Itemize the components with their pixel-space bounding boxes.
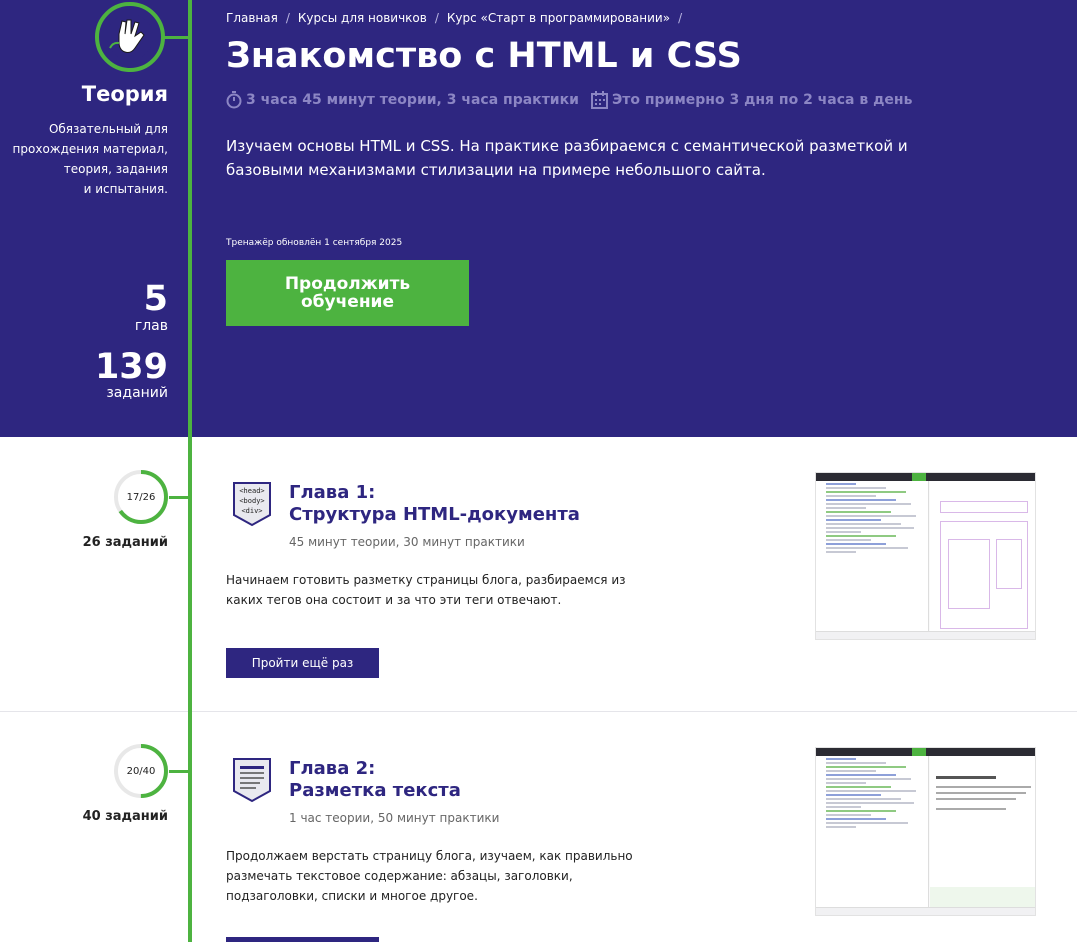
retry-chapter-1-button[interactable]: Пройти ещё раз	[226, 648, 379, 678]
continue-learning-button[interactable]: Продолжить обучение	[226, 260, 469, 326]
chapter-2-title[interactable]: Глава 2: Разметка текста	[289, 758, 461, 802]
progress-timeline	[188, 0, 192, 942]
chapter-1-task-count: 26 заданий	[82, 535, 168, 550]
chapter-1-title[interactable]: Глава 1: Структура HTML-документа	[289, 482, 580, 526]
breadcrumb-home[interactable]: Главная	[226, 11, 278, 25]
chapter-2-description: Продолжаем верстать страницу блога, изуч…	[226, 849, 633, 903]
chapter-divider	[0, 711, 1077, 712]
trainer-updated: Тренажёр обновлён 1 сентября 2025	[226, 238, 403, 248]
course-schedule: Это примерно 3 дня по 2 часа в день	[611, 92, 913, 108]
mode-title: Теория	[81, 82, 168, 106]
chapter-1-description: Начинаем готовить разметку страницы блог…	[226, 573, 626, 607]
calendar-icon	[590, 91, 608, 109]
tasks-label: заданий	[106, 385, 168, 401]
svg-text:<head>: <head>	[239, 487, 264, 495]
chapter-2-progress: 20/40	[113, 743, 169, 799]
chapter-2-button[interactable]	[226, 937, 379, 942]
chapters-count: 5	[143, 279, 168, 319]
course-description: Изучаем основы HTML и CSS. На практике р…	[226, 137, 908, 179]
vulcan-salute-hand-icon	[95, 2, 165, 72]
breadcrumb: Главная / Курсы для новичков / Курс «Ста…	[226, 11, 683, 25]
chapter-1-time: 45 минут теории, 30 минут практики	[289, 535, 525, 549]
svg-text:<body>: <body>	[239, 497, 264, 505]
page-title: Знакомство с HTML и CSS	[226, 36, 742, 76]
chapter-2-task-count: 40 заданий	[82, 809, 168, 824]
text-document-badge-icon	[233, 758, 271, 803]
tasks-count: 139	[94, 347, 168, 387]
editor-preview-screenshot	[815, 747, 1036, 916]
timeline-connector	[166, 770, 191, 773]
breadcrumb-beginner-courses[interactable]: Курсы для новичков	[298, 11, 427, 25]
timeline-connector	[166, 496, 191, 499]
html-tags-badge-icon: <head> <body> <div>	[233, 482, 271, 527]
course-meta: 3 часа 45 минут теории, 3 часа практики …	[226, 91, 912, 109]
chapter-2-time: 1 час теории, 50 минут практики	[289, 811, 500, 825]
course-duration: 3 часа 45 минут теории, 3 часа практики	[246, 92, 579, 108]
mode-description: Обязательный для прохождения материал, т…	[12, 122, 168, 196]
chapter-1-progress: 17/26	[113, 469, 169, 525]
breadcrumb-course[interactable]: Курс «Старт в программировании»	[447, 11, 670, 25]
timeline-connector	[163, 36, 190, 39]
stopwatch-icon	[226, 91, 242, 109]
editor-preview-screenshot	[815, 472, 1036, 640]
svg-text:<div>: <div>	[241, 507, 262, 515]
chapters-label: глав	[134, 318, 168, 334]
